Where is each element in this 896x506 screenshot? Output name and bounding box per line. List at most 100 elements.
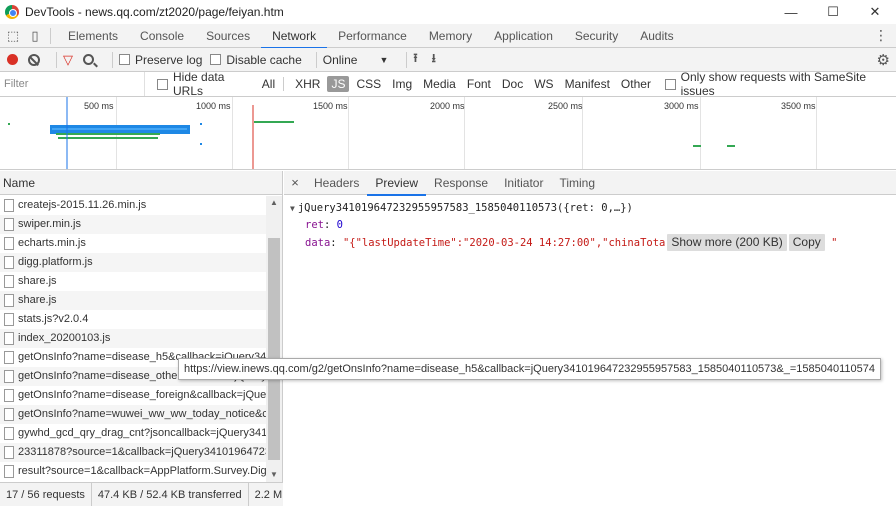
more-options-icon[interactable]: ⋮ xyxy=(874,27,888,44)
overview-bar xyxy=(8,123,10,125)
tab-console[interactable]: Console xyxy=(129,24,195,48)
disable-cache-label: Disable cache xyxy=(226,52,302,67)
scroll-up-arrow-icon[interactable]: ▲ xyxy=(266,196,282,210)
trailing-quote: " xyxy=(831,237,838,249)
filter-type-all[interactable]: All xyxy=(258,76,279,92)
checkbox-box[interactable] xyxy=(210,54,222,65)
filter-type-manifest[interactable]: Manifest xyxy=(561,76,614,92)
minimize-button[interactable]: — xyxy=(770,0,812,24)
tab-memory[interactable]: Memory xyxy=(418,24,483,48)
clear-icon[interactable] xyxy=(28,53,40,66)
checkbox-box[interactable] xyxy=(119,54,130,65)
request-count: 17 / 56 requests xyxy=(0,483,92,506)
tab-timing[interactable]: Timing xyxy=(551,171,603,195)
request-name: gywhd_gcd_qry_drag_cnt?jsoncallback=jQue… xyxy=(18,427,266,439)
request-list-pane: Name createjs-2015.11.26.min.js swiper.m… xyxy=(0,171,283,506)
filter-type-js[interactable]: JS xyxy=(327,76,350,92)
overview-bar xyxy=(52,128,187,130)
checkbox-box[interactable] xyxy=(664,78,676,90)
file-icon xyxy=(4,218,14,231)
record-button[interactable] xyxy=(7,54,18,65)
disable-cache-checkbox[interactable]: Disable cache xyxy=(210,52,302,67)
request-list-scrollbar[interactable]: ▲ ▼ xyxy=(266,196,282,482)
hide-data-urls-checkbox[interactable]: Hide data URLs xyxy=(157,70,254,98)
tab-application[interactable]: Application xyxy=(483,24,564,48)
settings-gear-icon[interactable]: ⚙ xyxy=(877,51,890,69)
request-name: result?source=1&callback=AppPlatform.Sur… xyxy=(18,465,266,477)
tab-headers[interactable]: Headers xyxy=(306,171,367,195)
filter-type-doc[interactable]: Doc xyxy=(498,76,527,92)
divider xyxy=(112,51,113,68)
show-more-button[interactable]: Show more (200 KB) xyxy=(667,234,787,251)
request-name: index_20200103.js xyxy=(18,332,111,344)
request-row[interactable]: share.js xyxy=(0,272,266,291)
inspect-element-icon[interactable]: ⬚ xyxy=(4,27,22,45)
request-row[interactable]: echarts.min.js xyxy=(0,234,266,253)
scroll-down-arrow-icon[interactable]: ▼ xyxy=(266,468,282,482)
preserve-log-checkbox[interactable]: Preserve log xyxy=(119,53,202,67)
preview-root-line[interactable]: ▼ jQuery341019647232955957583_15850401105… xyxy=(290,200,890,217)
network-overview-timeline[interactable]: 500 ms 1000 ms 1500 ms 2000 ms 2500 ms 3… xyxy=(0,97,896,170)
filter-type-img[interactable]: Img xyxy=(388,76,416,92)
tab-elements[interactable]: Elements xyxy=(57,24,129,48)
filter-type-css[interactable]: CSS xyxy=(352,76,385,92)
request-row[interactable]: getOnsInfo?name=wuwei_ww_ww_today_notice… xyxy=(0,405,266,424)
tab-audits[interactable]: Audits xyxy=(629,24,684,48)
close-window-button[interactable]: ✕ xyxy=(854,0,896,24)
checkbox-box[interactable] xyxy=(157,78,169,90)
scroll-thumb[interactable] xyxy=(268,238,280,460)
tab-response[interactable]: Response xyxy=(426,171,496,195)
file-icon xyxy=(4,427,14,440)
tab-performance[interactable]: Performance xyxy=(327,24,418,48)
request-name: swiper.min.js xyxy=(18,218,81,230)
file-icon xyxy=(4,294,14,307)
request-row[interactable]: stats.js?v2.0.4 xyxy=(0,310,266,329)
hide-data-urls-label: Hide data URLs xyxy=(173,70,225,98)
filter-type-xhr[interactable]: XHR xyxy=(291,76,324,92)
request-row[interactable]: digg.platform.js xyxy=(0,253,266,272)
request-row[interactable]: createjs-2015.11.26.min.js xyxy=(0,196,266,215)
expand-triangle-icon[interactable]: ▼ xyxy=(290,204,295,213)
overview-bar xyxy=(200,123,202,125)
name-column-header[interactable]: Name xyxy=(0,171,282,195)
filter-icon[interactable]: ▽ xyxy=(63,52,73,68)
filter-type-ws[interactable]: WS xyxy=(530,76,557,92)
request-row[interactable]: gywhd_gcd_qry_drag_cnt?jsoncallback=jQue… xyxy=(0,424,266,443)
request-row[interactable]: result?source=1&callback=AppPlatform.Sur… xyxy=(0,462,266,481)
tab-sources[interactable]: Sources xyxy=(195,24,261,48)
ret-value: 0 xyxy=(336,219,343,231)
maximize-button[interactable]: ☐ xyxy=(812,0,854,24)
file-icon xyxy=(4,408,14,421)
close-detail-icon[interactable]: × xyxy=(284,175,306,190)
import-har-icon[interactable]: ⭱ xyxy=(413,49,417,70)
tab-network[interactable]: Network xyxy=(261,24,328,49)
samesite-checkbox[interactable]: Only show requests with SameSite issues xyxy=(664,70,896,98)
filter-input[interactable]: Filter xyxy=(0,72,146,96)
overview-bars xyxy=(8,97,735,169)
filter-type-font[interactable]: Font xyxy=(463,76,495,92)
tab-initiator[interactable]: Initiator xyxy=(496,171,551,195)
export-har-icon[interactable]: ⭳ xyxy=(432,49,436,70)
search-icon[interactable] xyxy=(83,54,94,65)
overview-bar xyxy=(727,145,735,147)
request-row[interactable]: 23311878?source=1&callback=jQuery3410196… xyxy=(0,443,266,462)
request-row[interactable]: swiper.min.js xyxy=(0,215,266,234)
data-key: data xyxy=(305,237,331,249)
url-tooltip: https://view.inews.qq.com/g2/getOnsInfo?… xyxy=(178,358,882,380)
throttling-select[interactable]: Online ▼ xyxy=(323,53,389,67)
device-toolbar-icon[interactable]: ▯ xyxy=(26,27,44,45)
tab-security[interactable]: Security xyxy=(564,24,629,48)
request-row[interactable]: index_20200103.js xyxy=(0,329,266,348)
tab-preview[interactable]: Preview xyxy=(367,171,426,196)
filter-type-media[interactable]: Media xyxy=(419,76,460,92)
filter-type-other[interactable]: Other xyxy=(617,76,655,92)
window-title: DevTools - news.qq.com/zt2020/page/feiya… xyxy=(25,5,284,19)
request-name: createjs-2015.11.26.min.js xyxy=(18,199,147,211)
request-row[interactable]: share.js xyxy=(0,291,266,310)
request-row[interactable]: getOnsInfo?name=disease_foreign&callback… xyxy=(0,386,266,405)
overview-bar xyxy=(200,143,202,145)
resources-size: 2.2 M xyxy=(249,483,283,506)
copy-button[interactable]: Copy xyxy=(788,234,825,251)
overview-bar xyxy=(693,145,701,147)
samesite-label: Only show requests with SameSite issues xyxy=(680,70,867,98)
